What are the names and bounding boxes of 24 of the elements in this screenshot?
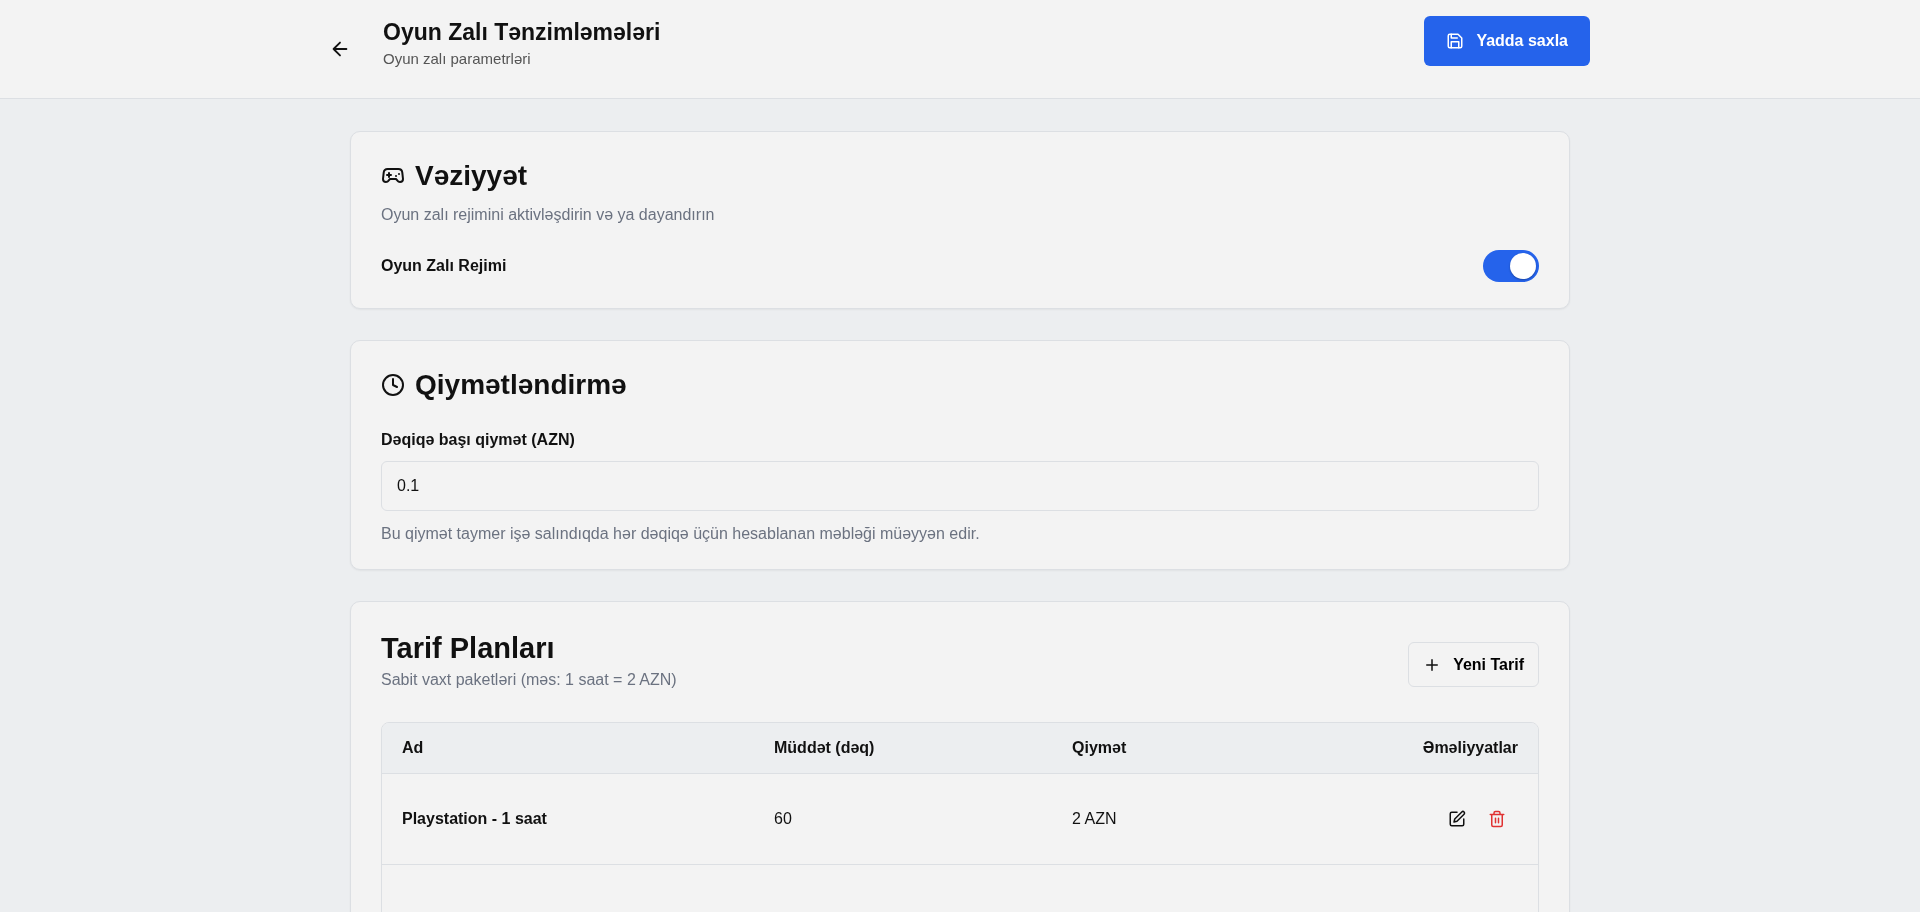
card-title: Tarif Planları — [381, 632, 556, 665]
page-subtitle: Oyun zalı parametrləri — [383, 50, 532, 67]
column-header: Əməliyyatlar — [1421, 739, 1518, 757]
field-label: Dəqiqə başı qiymət (AZN) — [381, 431, 576, 449]
price-input-field[interactable]: 0.1 — [381, 461, 1539, 511]
table-cell-text: 2 AZN — [1072, 810, 1118, 828]
column-header: Müddət (dəq) — [774, 739, 876, 757]
save-button[interactable]: Yadda saxla — [1424, 16, 1590, 66]
table-cell-text: Playstation - 1 saat — [402, 810, 548, 828]
card-title: Qiymətləndirmə — [415, 369, 627, 401]
table-cell-text: 60 — [774, 810, 793, 828]
card-description: Oyun zalı rejimini aktivləşdirin və ya dayandırın — [381, 206, 716, 224]
new-plan-button[interactable]: Yeni Tarif — [1408, 642, 1539, 687]
edit-icon[interactable] — [1448, 810, 1466, 828]
help-text: Bu qiymət taymer işə salındıqda hər dəqiqə üçün hesablanan məbləği müəyyən edir. — [381, 525, 981, 543]
card-description: Sabit vaxt paketləri (məs: 1 saat = 2 AZN) — [381, 671, 677, 689]
column-header: Ad — [402, 739, 425, 757]
card-title: Vəziyyət — [415, 160, 528, 192]
column-header: Qiymət — [1072, 739, 1128, 757]
trash-icon[interactable] — [1488, 810, 1506, 828]
clock-icon — [381, 373, 405, 397]
page-title: Oyun Zalı Tənzimləmələri — [383, 19, 662, 46]
toggle-label: Oyun Zalı Rejimi — [381, 257, 507, 275]
toggle-switch[interactable] — [1483, 250, 1539, 282]
